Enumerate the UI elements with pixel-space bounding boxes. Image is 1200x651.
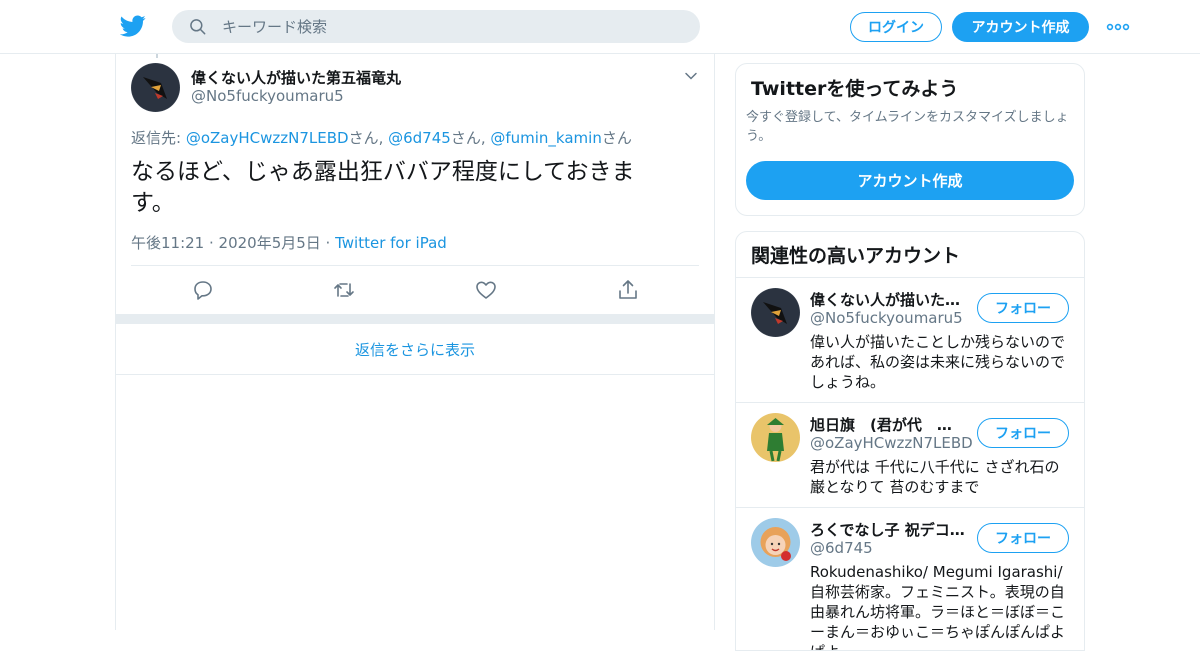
follow-button[interactable]: フォロー: [977, 418, 1069, 448]
account-name[interactable]: 偉くない人が描いた第五福竜丸: [810, 289, 965, 310]
account-name[interactable]: ろくでなし子 祝デコまん: [810, 519, 965, 540]
account-bio: 偉い人が描いたことしか残らないのであれば、私の姿は未来に残らないのでしょうね。: [810, 333, 1066, 391]
chevron-down-icon[interactable]: [683, 68, 699, 84]
twitter-bird-icon[interactable]: [120, 13, 146, 39]
mention-suffix: さん,: [450, 129, 491, 147]
divider: [131, 265, 699, 266]
account-handle[interactable]: @oZayHCwzzN7LEBD: [810, 434, 973, 452]
avatar[interactable]: [751, 288, 800, 337]
reply-prefix: 返信先:: [131, 129, 186, 147]
mention-suffix: さん,: [348, 129, 389, 147]
retweet-icon[interactable]: [332, 278, 356, 302]
related-accounts-title: 関連性の高いアカウント: [751, 245, 961, 267]
account-bio: Rokudenashiko/ Megumi Igarashi/ 自称芸術家。フェ…: [810, 563, 1066, 650]
signup-card-button[interactable]: アカウント作成: [746, 161, 1074, 200]
reply-to-line: 返信先: @oZayHCwzzN7LEBDさん, @6d745さん, @fumi…: [131, 127, 632, 148]
signup-card-description: 今すぐ登録して、タイムラインをカスタマイズしましょう。: [746, 110, 1069, 144]
mention-link[interactable]: @oZayHCwzzN7LEBD: [186, 129, 349, 147]
tweet-column: 偉くない人が描いた第五福竜丸 @No5fuckyoumaru5 返信先: @oZ…: [115, 54, 715, 630]
account-handle[interactable]: @6d745: [810, 539, 873, 557]
tweet-metadata: 午後11:21 · 2020年5月5日 · Twitter for iPad: [131, 232, 447, 253]
avatar[interactable]: [131, 63, 180, 112]
thread-connector-line: [156, 54, 158, 58]
signup-button[interactable]: アカウント作成: [952, 12, 1089, 42]
related-account-item[interactable]: 旭日旗 (君が代 ２番) @oZayHCwzzN7LEBD フォロー 君が代は …: [736, 403, 1084, 508]
tweet-actions: [116, 278, 714, 302]
reply-icon[interactable]: [191, 278, 215, 302]
mention-suffix: さん: [601, 129, 632, 147]
mention-link[interactable]: @fumin_kamin: [490, 129, 601, 147]
login-button[interactable]: ログイン: [850, 12, 942, 42]
search-bar[interactable]: [172, 10, 700, 43]
avatar[interactable]: [751, 413, 800, 462]
tweet-source-link[interactable]: Twitter for iPad: [335, 234, 447, 252]
tweet-text: なるほど、じゃあ露出狂ババア程度にしておきます。: [131, 159, 635, 216]
follow-button[interactable]: フォロー: [977, 293, 1069, 323]
account-avatar-image: [751, 518, 800, 567]
search-icon: [190, 18, 206, 34]
related-account-item[interactable]: 偉くない人が描いた第五福竜丸 @No5fuckyoumaru5 フォロー 偉い人…: [736, 278, 1084, 403]
follow-button[interactable]: フォロー: [977, 523, 1069, 553]
mention-link[interactable]: @6d745: [388, 129, 451, 147]
account-handle[interactable]: @No5fuckyoumaru5: [810, 309, 963, 327]
account-name[interactable]: 旭日旗 (君が代 ２番): [810, 414, 965, 435]
share-icon[interactable]: [616, 278, 640, 302]
more-dots-icon[interactable]: [1106, 18, 1130, 36]
author-name[interactable]: 偉くない人が描いた第五福竜丸: [191, 67, 401, 88]
show-more-replies-link[interactable]: 返信をさらに表示: [116, 324, 714, 375]
related-accounts-card: 関連性の高いアカウント 偉くない人が描いた第五福竜丸 @No5fuckyouma…: [735, 231, 1085, 651]
tweet-timestamp[interactable]: 午後11:21 · 2020年5月5日 ·: [131, 234, 335, 252]
search-input[interactable]: [222, 17, 662, 36]
like-icon[interactable]: [474, 278, 498, 302]
signup-card: Twitterを使ってみよう 今すぐ登録して、タイムラインをカスタマイズしましょ…: [735, 63, 1085, 216]
account-bio: 君が代は 千代に八千代に さざれ石の 巌となりて 苔のむすまで: [810, 458, 1060, 496]
author-handle[interactable]: @No5fuckyoumaru5: [191, 87, 344, 105]
section-separator: [116, 314, 714, 324]
avatar[interactable]: [751, 518, 800, 567]
author-avatar-image: [131, 63, 180, 112]
account-avatar-image: [751, 413, 800, 462]
top-navigation-bar: ログイン アカウント作成: [0, 0, 1200, 54]
account-avatar-image: [751, 288, 800, 337]
signup-card-title: Twitterを使ってみよう: [751, 78, 959, 100]
